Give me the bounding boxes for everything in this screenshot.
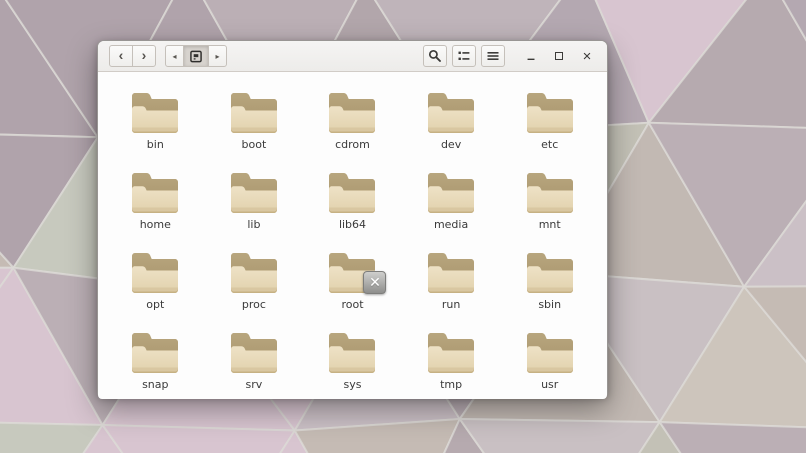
list-view-icon bbox=[457, 49, 471, 63]
folder-icon bbox=[523, 329, 577, 375]
folder-label: srv bbox=[246, 378, 263, 392]
folder-icon bbox=[128, 249, 182, 295]
folder-icon bbox=[424, 329, 478, 375]
folder-item-snap[interactable]: snap bbox=[106, 329, 205, 393]
folder-item-mnt[interactable]: mnt bbox=[500, 169, 599, 233]
folder-item-sys[interactable]: sys bbox=[303, 329, 402, 393]
folder-label: lib bbox=[247, 218, 260, 232]
search-button[interactable] bbox=[423, 45, 447, 67]
folder-icon bbox=[424, 89, 478, 135]
folder-label: lib64 bbox=[339, 218, 366, 232]
folder-item-lib64[interactable]: lib64 bbox=[303, 169, 402, 233]
folder-label: tmp bbox=[440, 378, 462, 392]
close-button[interactable]: × bbox=[580, 49, 594, 63]
folder-icon bbox=[128, 89, 182, 135]
folder-icon bbox=[227, 329, 281, 375]
folder-icon bbox=[424, 169, 478, 215]
headerbar: ‹ › ◂ ▸ bbox=[98, 41, 607, 72]
back-icon: ‹ bbox=[119, 48, 124, 62]
root-location-button[interactable] bbox=[183, 46, 209, 66]
folder-label: home bbox=[140, 218, 171, 232]
folder-item-root[interactable]: ✕ root bbox=[303, 249, 402, 313]
folder-item-sbin[interactable]: sbin bbox=[500, 249, 599, 313]
folder-label: sbin bbox=[538, 298, 561, 312]
minimize-icon: – bbox=[527, 51, 535, 65]
folder-label: sys bbox=[344, 378, 362, 392]
folder-icon bbox=[227, 169, 281, 215]
folder-icon bbox=[523, 249, 577, 295]
view-toggle-button[interactable] bbox=[452, 45, 476, 67]
folder-item-run[interactable]: run bbox=[402, 249, 501, 313]
menu-button[interactable] bbox=[481, 45, 505, 67]
folder-item-usr[interactable]: usr bbox=[500, 329, 599, 393]
path-next-button[interactable]: ▸ bbox=[209, 46, 226, 66]
history-nav: ‹ › bbox=[109, 45, 156, 67]
folder-icon bbox=[128, 329, 182, 375]
folder-label: snap bbox=[142, 378, 168, 392]
triangle-right-icon: ▸ bbox=[215, 52, 219, 61]
folder-label: opt bbox=[146, 298, 164, 312]
forward-button[interactable]: › bbox=[132, 45, 156, 67]
disk-icon bbox=[190, 50, 202, 63]
maximize-button[interactable] bbox=[552, 49, 566, 63]
path-previous-button[interactable]: ◂ bbox=[166, 46, 183, 66]
folder-label: media bbox=[434, 218, 468, 232]
back-button[interactable]: ‹ bbox=[109, 45, 133, 67]
folder-item-home[interactable]: home bbox=[106, 169, 205, 233]
minimize-button[interactable]: – bbox=[524, 49, 538, 63]
folder-icon bbox=[227, 249, 281, 295]
folder-item-dev[interactable]: dev bbox=[402, 89, 501, 153]
folder-label: proc bbox=[242, 298, 266, 312]
folder-label: cdrom bbox=[335, 138, 370, 152]
folder-item-opt[interactable]: opt bbox=[106, 249, 205, 313]
folder-icon bbox=[325, 89, 379, 135]
folder-item-srv[interactable]: srv bbox=[205, 329, 304, 393]
folder-item-media[interactable]: media bbox=[402, 169, 501, 233]
folder-icon bbox=[325, 169, 379, 215]
folder-label: bin bbox=[147, 138, 164, 152]
file-grid: bin boot cdrom bbox=[98, 72, 607, 399]
folder-item-etc[interactable]: etc bbox=[500, 89, 599, 153]
toolbar-actions bbox=[423, 45, 505, 67]
window-controls: – × bbox=[524, 49, 596, 63]
folder-item-bin[interactable]: bin bbox=[106, 89, 205, 153]
folder-label: etc bbox=[541, 138, 558, 152]
maximize-icon bbox=[555, 52, 563, 60]
folder-label: usr bbox=[541, 378, 558, 392]
no-access-emblem-icon: ✕ bbox=[363, 271, 386, 294]
folder-icon bbox=[523, 89, 577, 135]
folder-icon bbox=[424, 249, 478, 295]
folder-icon bbox=[227, 89, 281, 135]
folder-icon bbox=[523, 169, 577, 215]
folder-icon: ✕ bbox=[325, 249, 379, 295]
folder-label: run bbox=[442, 298, 460, 312]
folder-label: dev bbox=[441, 138, 461, 152]
folder-label: mnt bbox=[539, 218, 561, 232]
folder-item-tmp[interactable]: tmp bbox=[402, 329, 501, 393]
folder-item-lib[interactable]: lib bbox=[205, 169, 304, 233]
folder-label: root bbox=[341, 298, 363, 312]
close-icon: × bbox=[583, 49, 592, 64]
folder-icon bbox=[325, 329, 379, 375]
folder-item-boot[interactable]: boot bbox=[205, 89, 304, 153]
forward-icon: › bbox=[142, 48, 147, 62]
path-bar: ◂ ▸ bbox=[165, 45, 227, 67]
folder-label: boot bbox=[242, 138, 267, 152]
folder-icon bbox=[128, 169, 182, 215]
search-icon bbox=[428, 49, 442, 63]
triangle-left-icon: ◂ bbox=[172, 52, 176, 61]
folder-item-proc[interactable]: proc bbox=[205, 249, 304, 313]
file-manager-window: ‹ › ◂ ▸ bbox=[97, 40, 608, 397]
hamburger-icon bbox=[486, 49, 500, 63]
folder-item-cdrom[interactable]: cdrom bbox=[303, 89, 402, 153]
